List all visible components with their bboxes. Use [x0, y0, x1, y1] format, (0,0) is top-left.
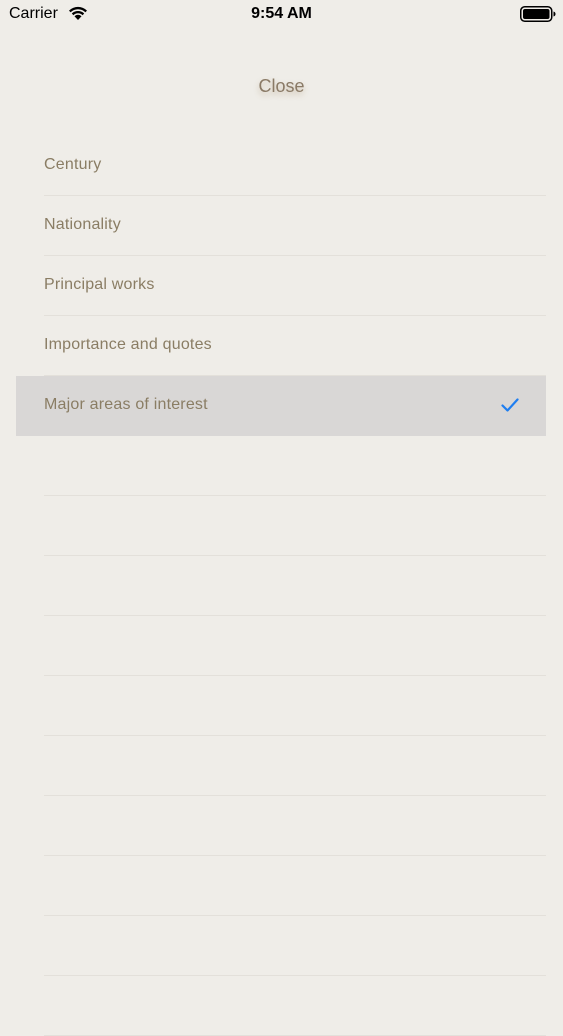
empty-row	[44, 916, 546, 976]
empty-row	[44, 976, 546, 1036]
list-item-nationality[interactable]: Nationality	[44, 196, 546, 256]
list-item-label: Nationality	[44, 216, 121, 233]
list-item-principal-works[interactable]: Principal works	[44, 256, 546, 316]
close-button[interactable]: Close	[0, 76, 563, 97]
checkmark-icon	[501, 398, 519, 412]
list-item-major-areas-of-interest[interactable]: Major areas of interest	[16, 376, 546, 436]
list-item-century[interactable]: Century	[44, 136, 546, 196]
list-item-label: Century	[44, 156, 102, 173]
empty-row	[44, 856, 546, 916]
list-item-label: Importance and quotes	[44, 336, 212, 353]
list-item-label: Major areas of interest	[44, 396, 208, 413]
battery-icon	[520, 6, 556, 22]
empty-row	[44, 676, 546, 736]
status-bar: Carrier 9:54 AM	[0, 0, 563, 30]
clock-time: 9:54 AM	[251, 5, 312, 22]
empty-row	[44, 436, 546, 496]
empty-row	[44, 736, 546, 796]
list-item-label: Principal works	[44, 276, 155, 293]
options-list: Century Nationality Principal works Impo…	[0, 136, 563, 1036]
empty-row	[44, 796, 546, 856]
list-item-importance-and-quotes[interactable]: Importance and quotes	[44, 316, 546, 376]
empty-row	[44, 556, 546, 616]
empty-row	[44, 616, 546, 676]
empty-row	[44, 496, 546, 556]
